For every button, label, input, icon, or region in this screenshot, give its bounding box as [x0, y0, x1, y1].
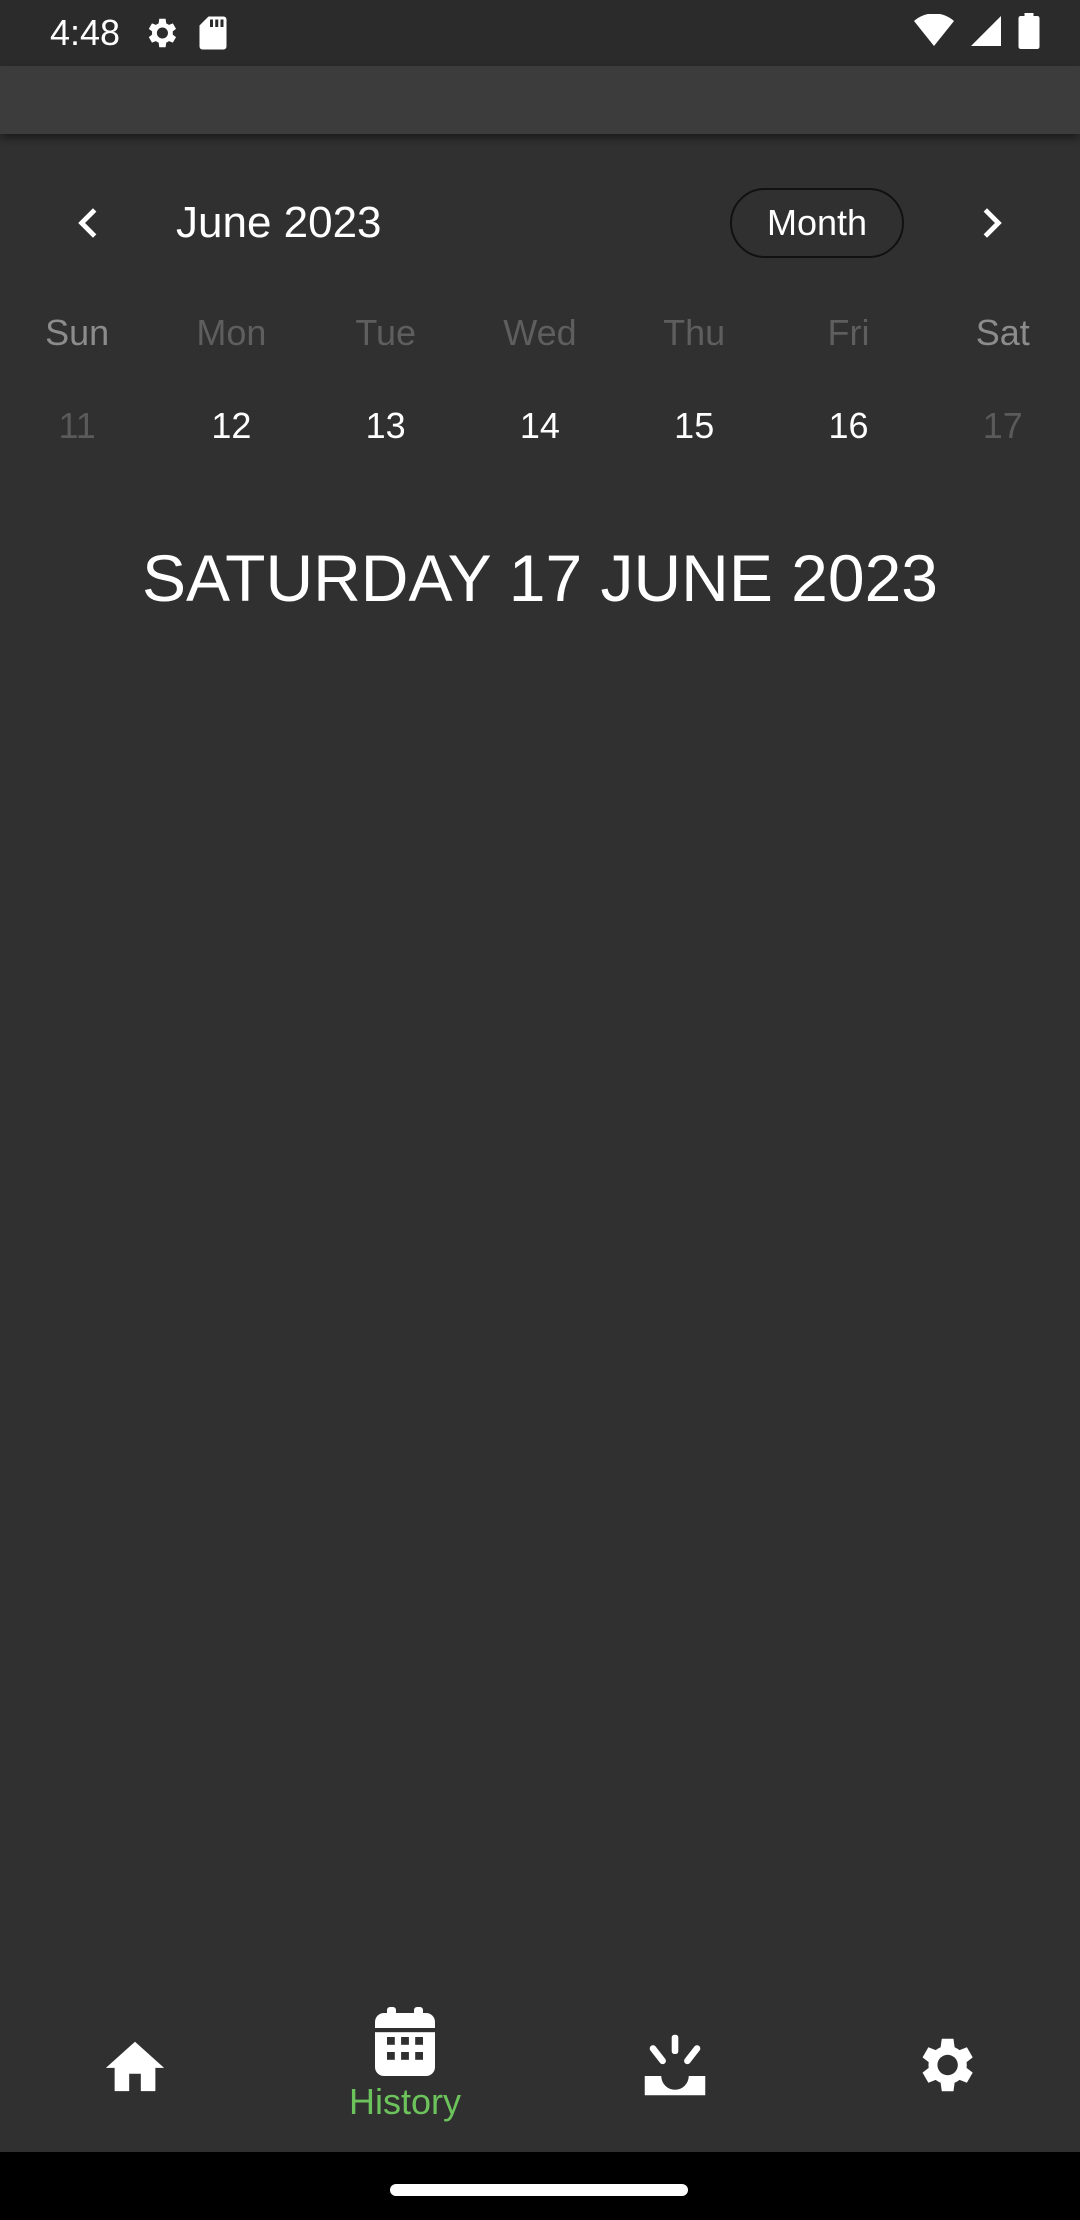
chevron-right-icon — [983, 208, 1002, 238]
weekday-row: Sun Mon Tue Wed Thu Fri Sat — [0, 306, 1080, 360]
chevron-left-icon — [78, 208, 97, 238]
home-gesture-handle[interactable] — [390, 2184, 688, 2196]
home-icon — [105, 2041, 165, 2092]
sd-card-icon — [198, 15, 228, 51]
status-time: 4:48 — [50, 12, 121, 53]
weekday-mon: Mon — [196, 312, 267, 353]
date-cell[interactable]: 17 — [926, 398, 1080, 454]
app-bar — [0, 66, 1080, 134]
date-cell[interactable]: 12 — [154, 398, 308, 454]
nav-history[interactable]: History — [270, 1978, 540, 2152]
nav-home[interactable] — [0, 1978, 270, 2152]
settings-gear-icon — [142, 14, 180, 52]
previous-week-button[interactable] — [58, 193, 118, 253]
selected-day-heading: SATURDAY 17 JUNE 2023 — [142, 541, 938, 615]
month-title: June 2023 — [176, 198, 382, 247]
status-left: 4:48 — [50, 12, 246, 54]
bottom-navigation: History — [0, 1978, 1080, 2152]
calendar-format-button[interactable]: Month — [730, 188, 904, 258]
date-cell[interactable]: 15 — [617, 398, 771, 454]
date-cell[interactable]: 16 — [771, 398, 925, 454]
weekday-wed: Wed — [503, 312, 577, 353]
gesture-navigation-area — [0, 2152, 1080, 2220]
wifi-icon — [914, 12, 954, 53]
nav-history-label: History — [348, 2081, 461, 2122]
date-cell[interactable]: 14 — [463, 398, 617, 454]
alarm-light-icon — [644, 2034, 706, 2096]
screen: 4:48 June 2023 Month Sun Mon Tue Wed Thu… — [0, 0, 1080, 2220]
battery-icon — [1018, 12, 1040, 54]
weekday-fri: Fri — [827, 312, 870, 353]
status-right — [914, 12, 1040, 54]
date-cell[interactable]: 13 — [309, 398, 463, 454]
date-cell[interactable]: 11 — [0, 398, 154, 454]
calendar-icon — [375, 2007, 435, 2076]
cellular-signal-icon — [968, 13, 1004, 54]
weekday-tue: Tue — [355, 312, 417, 353]
weekday-sat: Sat — [975, 312, 1030, 353]
weekday-thu: Thu — [663, 312, 726, 353]
date-row: 11 12 13 14 15 16 17 — [0, 398, 1080, 454]
status-bar: 4:48 — [0, 0, 1080, 66]
next-week-button[interactable] — [962, 193, 1022, 253]
settings-icon — [922, 2038, 973, 2092]
nav-settings[interactable] — [810, 1978, 1080, 2152]
nav-alarm[interactable] — [540, 1978, 810, 2152]
weekday-sun: Sun — [45, 312, 110, 353]
calendar-header: June 2023 Month — [0, 178, 1080, 268]
